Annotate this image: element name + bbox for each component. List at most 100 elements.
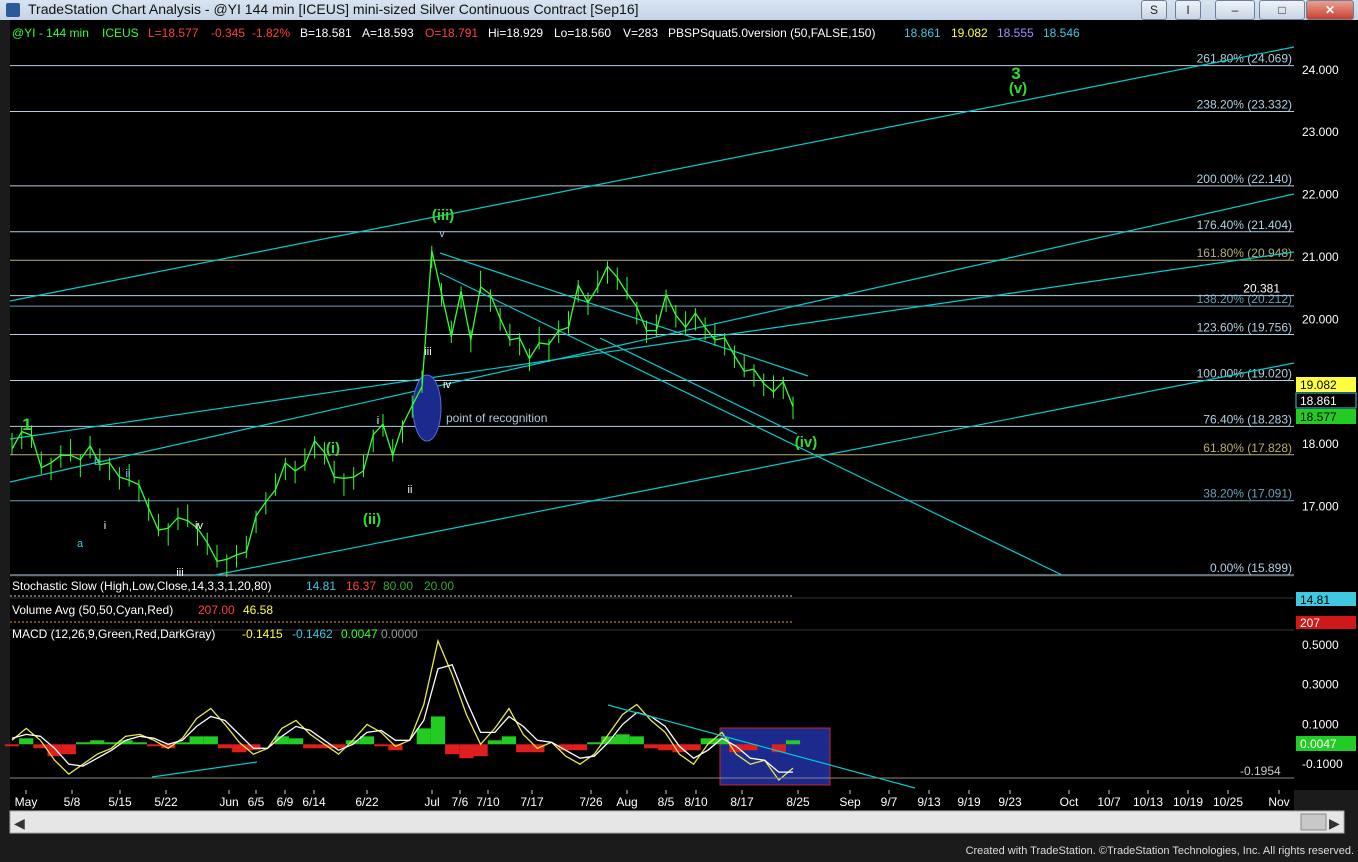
- fib-label: 238.20% (23.332): [1197, 98, 1292, 112]
- macd-panel[interactable]: [10, 631, 1294, 790]
- indicator-button[interactable]: I: [1175, 0, 1201, 20]
- scroll-left-icon[interactable]: ◀: [14, 815, 25, 831]
- x-tick-label: May: [15, 795, 38, 809]
- macd-histogram-bar: [374, 744, 389, 747]
- macd-histogram-bar: [75, 742, 91, 745]
- macd-highlight-box: [719, 727, 831, 786]
- wave-label: iii: [176, 567, 183, 579]
- x-tick-label: 7/6: [452, 795, 469, 809]
- x-tick-label: 10/13: [1133, 795, 1163, 809]
- macd-value-4: 0.0000: [381, 627, 418, 641]
- macd-histogram-bar: [388, 744, 403, 751]
- wave-label: (iv): [795, 434, 818, 451]
- x-tick-label: 8/5: [658, 795, 675, 809]
- x-tick-label: 7/10: [476, 795, 500, 809]
- macd-histogram-bar: [19, 738, 34, 745]
- x-tick-label: Oct: [1060, 795, 1079, 809]
- macd-histogram-bar: [146, 744, 162, 747]
- fib-label: 38.20% (17.091): [1203, 487, 1292, 501]
- price-tick-label: 17.000: [1302, 499, 1339, 513]
- fib-label: 100.00% (19.020): [1197, 366, 1292, 380]
- x-tick-label: 9/19: [957, 795, 981, 809]
- wave-label: ii: [126, 468, 131, 480]
- scrollbar-thumb[interactable]: [1300, 813, 1327, 831]
- macd-histogram-bar: [288, 738, 304, 745]
- header-percent: -1.82%: [252, 26, 290, 40]
- macd-histogram-bar: [359, 736, 375, 745]
- x-tick-label: Nov: [1268, 795, 1289, 809]
- macd-value-3: 0.0047: [341, 627, 378, 641]
- macd-histogram-bar: [175, 742, 190, 745]
- x-tick-label: 9/23: [998, 795, 1022, 809]
- x-tick-label: 10/19: [1173, 795, 1203, 809]
- x-tick-label: 8/17: [730, 795, 754, 809]
- header-bid: B=18.581: [300, 26, 352, 40]
- macd-histogram-bar: [615, 734, 630, 745]
- x-tick-label: Jun: [219, 795, 238, 809]
- wave-label: (iii): [432, 207, 455, 224]
- header-change: -0.345: [211, 26, 245, 40]
- fib-label: 61.80% (17.828): [1203, 441, 1292, 455]
- macd-histogram-bar: [658, 744, 673, 751]
- x-tick-label: 8/10: [684, 795, 708, 809]
- price-tick-label: 20.000: [1302, 312, 1339, 326]
- macd-baseline-label: -0.1954: [1240, 764, 1281, 778]
- x-tick-label: Aug: [616, 795, 637, 809]
- macd-histogram-bar: [132, 742, 147, 745]
- badge-18577-text: 18.577: [1300, 410, 1337, 424]
- macd-histogram-bar: [90, 740, 105, 745]
- badge-volume-text: 207: [1300, 616, 1320, 630]
- horizontal-scrollbar[interactable]: [9, 810, 1345, 834]
- wave-label: v: [439, 228, 445, 240]
- close-icon[interactable]: ✕: [1306, 0, 1354, 20]
- macd-histogram-bar: [686, 744, 701, 751]
- badge-stoch-text: 14.81: [1300, 593, 1330, 607]
- macd-tick-label: -0.1000: [1302, 757, 1343, 771]
- x-tick-label: 10/25: [1213, 795, 1243, 809]
- macd-value-2: -0.1462: [292, 627, 333, 641]
- price-panel[interactable]: [10, 20, 1294, 575]
- fib-label: 176.40% (21.404): [1197, 218, 1292, 232]
- volume-value-2: 46.58: [243, 603, 273, 617]
- scroll-right-icon[interactable]: ▶: [1329, 815, 1340, 831]
- x-tick-label: 8/25: [786, 795, 810, 809]
- fib-label: 200.00% (22.140): [1197, 172, 1292, 186]
- macd-histogram-bar: [501, 736, 517, 745]
- credit-text: Created with TradeStation. ©TradeStation…: [965, 845, 1354, 857]
- annotation-point-of-recognition: point of recognition: [446, 411, 547, 425]
- x-tick-label: 5/22: [154, 795, 178, 809]
- macd-value-1: -0.1415: [242, 627, 283, 641]
- wave-label: a: [77, 538, 84, 550]
- wave-label: (v): [1009, 80, 1027, 97]
- maximize-icon[interactable]: □: [1259, 0, 1305, 20]
- minimize-icon[interactable]: –: [1215, 0, 1255, 20]
- app-icon: [6, 3, 20, 17]
- macd-histogram-bar: [303, 744, 318, 749]
- fib-label: 76.40% (18.283): [1203, 412, 1292, 426]
- macd-histogram-bar: [587, 742, 602, 745]
- macd-histogram-bar: [217, 744, 233, 749]
- header-value-1: 18.861: [904, 26, 941, 40]
- fib-label: 0.00% (15.899): [1210, 561, 1292, 575]
- chart-canvas[interactable]: @YI - 144 min ICEUS L=18.577 -0.345 -1.8…: [0, 20, 1358, 857]
- x-tick-label: Sep: [839, 795, 861, 809]
- x-tick-label: 6/14: [302, 795, 326, 809]
- stochastic-value-1: 14.81: [306, 579, 336, 593]
- header-last: L=18.577: [148, 26, 199, 40]
- level-label-20381: 20.381: [1243, 282, 1280, 296]
- macd-histogram-bar: [61, 744, 76, 755]
- macd-histogram-bar: [572, 744, 588, 751]
- macd-histogram-bar: [487, 740, 502, 745]
- wave-label: i: [377, 415, 379, 427]
- macd-histogram-bar: [189, 736, 204, 745]
- header-open: O=18.791: [425, 26, 478, 40]
- macd-histogram-bar: [629, 736, 644, 745]
- x-tick-label: 9/13: [917, 795, 941, 809]
- stochastic-value-2: 16.37: [346, 579, 376, 593]
- wave-label: (i): [326, 440, 340, 457]
- symbol-link-button[interactable]: S: [1141, 0, 1167, 20]
- macd-histogram-bar: [643, 744, 659, 749]
- macd-tick-label: 0.1000: [1302, 717, 1339, 731]
- header-value-2: 19.082: [951, 26, 988, 40]
- macd-tick-label: 0.5000: [1302, 638, 1339, 652]
